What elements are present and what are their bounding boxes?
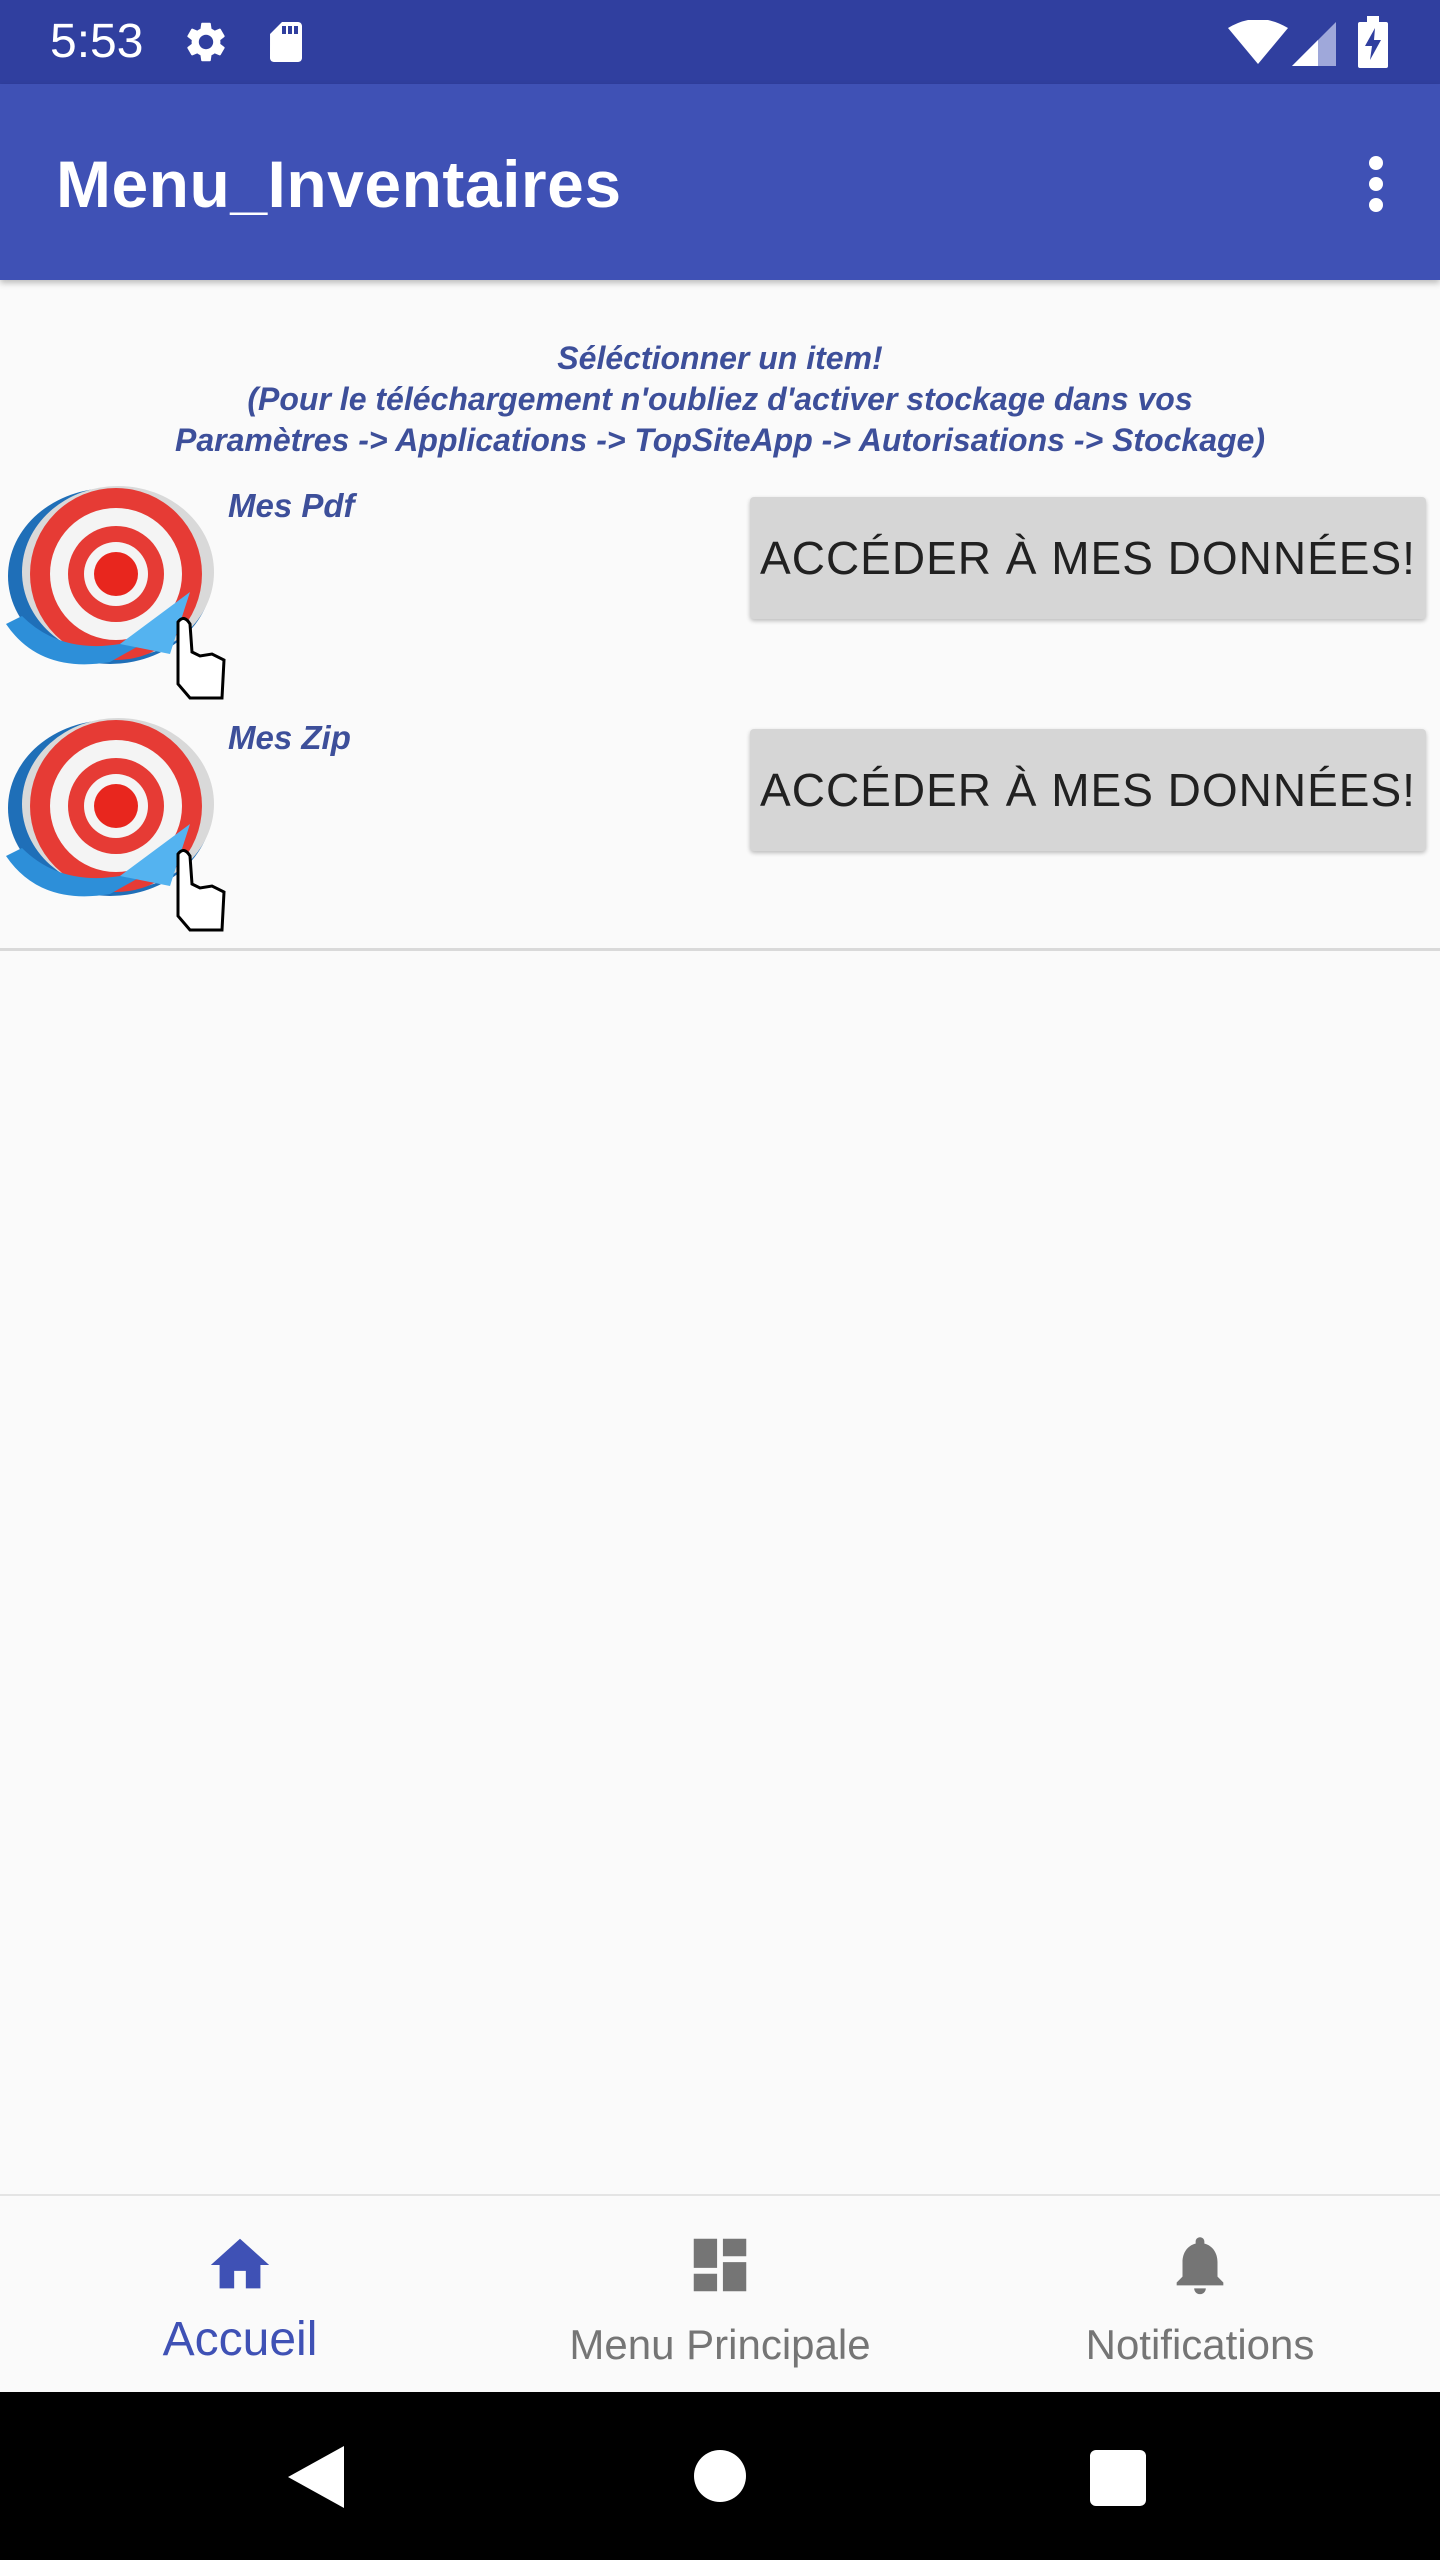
nav-item-menu-principale[interactable]: Menu Principale xyxy=(480,2196,960,2394)
more-vert-icon xyxy=(1369,156,1383,170)
access-data-button[interactable]: ACCÉDER À MES DONNÉES! xyxy=(750,729,1426,851)
instructions-line-1: Séléctionner un item! xyxy=(557,340,883,376)
battery-charging-icon xyxy=(1358,16,1388,68)
more-vert-dot xyxy=(1369,198,1383,212)
back-icon[interactable] xyxy=(288,2446,344,2508)
instructions-line-2: (Pour le téléchargement n'oubliez d'acti… xyxy=(247,381,1193,417)
list-item: Mes Zip ACCÉDER À MES DONNÉES! xyxy=(0,716,1440,951)
status-time: 5:53 xyxy=(50,15,144,68)
access-data-button[interactable]: ACCÉDER À MES DONNÉES! xyxy=(750,497,1426,619)
item-label: Mes Pdf xyxy=(228,487,355,524)
recents-icon[interactable] xyxy=(1090,2450,1146,2506)
list-item: Mes Pdf ACCÉDER À MES DONNÉES! xyxy=(0,484,1440,719)
system-navigation-bar xyxy=(0,2392,1440,2560)
instructions-text: Séléctionner un item! (Pour le télécharg… xyxy=(0,338,1440,461)
more-options-button[interactable] xyxy=(1352,146,1400,222)
sd-card-icon xyxy=(270,22,302,62)
home-icon xyxy=(210,2238,270,2289)
page-title: Menu_Inventaires xyxy=(56,147,622,221)
nav-item-notifications[interactable]: Notifications xyxy=(960,2196,1440,2394)
wifi-icon xyxy=(1228,20,1288,64)
nav-label: Menu Principale xyxy=(569,2321,871,2368)
nav-label: Accueil xyxy=(162,2313,318,2366)
nav-item-accueil[interactable]: Accueil xyxy=(0,2196,480,2394)
home-circle-icon[interactable] xyxy=(694,2450,746,2502)
item-label: Mes Zip xyxy=(228,719,351,756)
settings-icon xyxy=(187,22,225,62)
instructions-line-3: Paramètres -> Applications -> TopSiteApp… xyxy=(175,422,1265,458)
more-vert-dot xyxy=(1369,177,1383,191)
app-bar: Menu_Inventaires xyxy=(0,84,1440,280)
bell-icon xyxy=(1176,2237,1224,2295)
nav-label: Notifications xyxy=(1085,2321,1315,2368)
target-click-icon xyxy=(6,718,226,932)
target-click-icon xyxy=(6,486,226,700)
cell-signal-icon xyxy=(1292,22,1336,66)
bottom-navigation: Accueil Menu Principale Notifications xyxy=(0,2194,1440,2394)
dashboard-icon xyxy=(693,2238,747,2292)
status-bar: 5:53 xyxy=(0,0,1440,84)
